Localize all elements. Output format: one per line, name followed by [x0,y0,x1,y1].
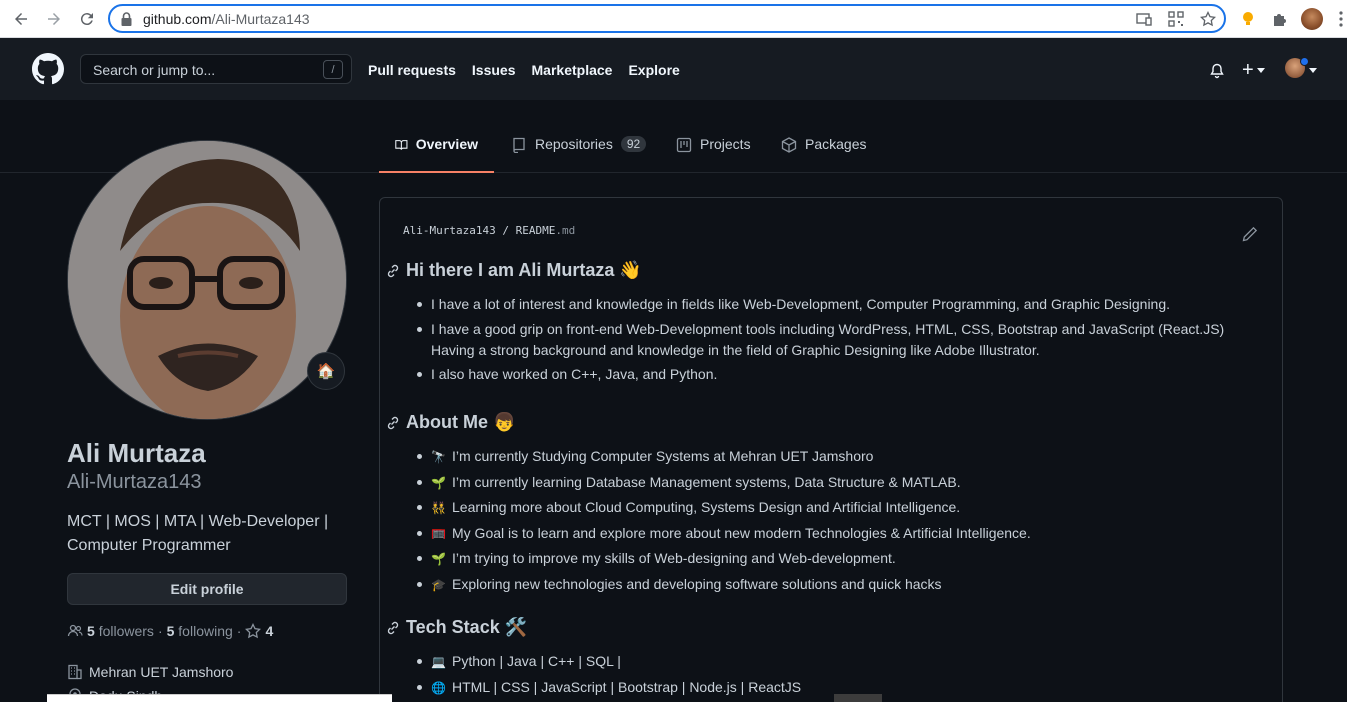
readme-card: Ali-Murtaza143 / README.md Hi there I am… [379,197,1283,702]
stat-separator: · [157,623,163,639]
caret-down-icon[interactable] [1309,68,1317,73]
readme-section-tech-stack: Tech Stack 🛠️ 💻 Python | Java | C++ | SQL… [385,617,1261,702]
browser-toolbar: github.com/Ali-Murtaza143 [0,0,1347,38]
readme-section-intro: Hi there I am Ali Murtaza 👋 I have a lot… [385,260,1261,389]
star-icon[interactable] [245,623,262,639]
repo-count-badge: 92 [620,136,647,152]
plus-icon: + [1242,59,1254,81]
seedling-icon: 🌱 [431,475,446,490]
anchor-link-icon[interactable] [385,263,401,279]
nav-pull-requests[interactable]: Pull requests [368,62,456,78]
boy-emoji: 👦 [492,412,516,432]
forward-icon[interactable] [44,9,64,29]
list-item: 🎓 Exploring new technologies and developi… [417,574,1261,596]
follow-stats: 5 followers · 5 following · 4 [67,623,273,639]
anchor-link-icon[interactable] [385,415,401,431]
book-icon [395,140,408,150]
profile-bio: MCT | MOS | MTA | Web-Developer | Comput… [67,513,329,554]
kebab-icon[interactable] [1338,10,1344,28]
bulb-icon[interactable] [1238,9,1258,29]
pencil-icon[interactable] [1242,226,1258,242]
readme-section-about: About Me 👦 🔭 I’m currently Studying Compu… [385,412,1261,599]
address-bar[interactable]: github.com/Ali-Murtaza143 [108,4,1226,33]
list-item: 🥅 My Goal is to learn and explore more ab… [417,523,1261,545]
laptop-icon: 💻 [431,655,446,669]
qr-icon[interactable] [1168,11,1184,27]
readme-owner-link[interactable]: Ali-Murtaza143 [403,224,496,237]
url-text[interactable]: github.com/Ali-Murtaza143 [143,11,310,27]
graduation-cap-icon: 🎓 [431,577,446,592]
stars-count[interactable]: 4 [265,623,273,639]
readme-file-link[interactable]: README.md [516,224,576,237]
wave-emoji: 👋 [619,260,642,280]
readme-path: Ali-Murtaza143 / README.md [403,224,576,237]
people-icon [67,624,83,637]
github-logo-icon[interactable] [32,53,64,85]
edit-profile-button[interactable]: Edit profile [67,573,347,605]
search-shortcut-badge: / [323,60,343,79]
profile-name: Ali Murtaza [67,438,206,468]
project-icon [676,137,692,153]
download-bar [47,694,392,702]
list-item: I also have worked on C++, Java, and Pyt… [417,364,1261,385]
seedling-icon: 🌱 [431,552,446,566]
star-icon[interactable] [1200,11,1216,27]
list-item: 🔭 I’m currently Studying Computer Systems… [417,446,1261,468]
list-item: I have a good grip on front-end Web-Deve… [417,319,1261,361]
tab-repositories[interactable]: Repositories 92 [495,136,662,173]
organization-icon [68,664,82,680]
list-item: I have a lot of interest and knowledge i… [417,294,1261,315]
reload-icon[interactable] [77,9,97,29]
list-item: 🌱 I’m currently learning Database Managem… [417,472,1261,494]
status-button[interactable]: 🏠 [307,352,345,390]
dancers-icon: 👯 [431,501,446,515]
github-header: Search or jump to... / Pull requests Iss… [0,38,1347,100]
section-heading: About Me 👦 [385,412,1261,433]
globe-icon: 🌐 [431,680,446,695]
back-icon[interactable] [11,9,31,29]
list-item: 💻 Python | Java | C++ | SQL | [417,651,1261,673]
create-new-menu[interactable]: + [1242,60,1265,80]
repo-icon [513,137,525,153]
search-input[interactable]: Search or jump to... / [80,54,352,84]
puzzle-icon[interactable] [1270,9,1290,29]
nav-explore[interactable]: Explore [628,62,679,78]
tab-packages[interactable]: Packages [765,136,882,173]
cast-icon[interactable] [1136,11,1152,27]
caret-down-icon [1256,67,1265,73]
tab-projects[interactable]: Projects [660,136,767,173]
profile-avatar[interactable] [67,140,347,420]
package-icon [781,137,797,153]
section-heading: Hi there I am Ali Murtaza 👋 [385,260,1261,281]
following-link[interactable]: 5 following [167,623,233,639]
top-nav: Pull requests Issues Marketplace Explore [368,62,680,78]
list-item: 🌱 I’m trying to improve my skills of Web-… [417,548,1261,570]
profile-login: Ali-Murtaza143 [67,471,202,493]
telescope-icon: 🔭 [431,450,446,464]
section-heading: Tech Stack 🛠️ [385,617,1261,638]
browser-profile-avatar[interactable] [1301,8,1323,30]
goal-net-icon: 🥅 [431,526,446,541]
tools-emoji: 🛠️ [504,617,528,637]
nav-marketplace[interactable]: Marketplace [532,62,613,78]
notification-dot [1300,57,1309,66]
status-emoji: 🏠 [316,363,336,380]
stat-separator: · [236,623,242,639]
bell-icon[interactable] [1209,63,1225,79]
horizontal-scrollbar[interactable] [834,694,882,702]
lock-icon[interactable] [120,12,133,26]
profile-organization: Mehran UET Jamshoro [67,664,233,680]
followers-link[interactable]: 5 followers [87,623,154,639]
tab-overview[interactable]: Overview [379,136,494,173]
nav-issues[interactable]: Issues [472,62,516,78]
anchor-link-icon[interactable] [385,620,401,636]
list-item: 👯 Learning more about Cloud Computing, Sy… [417,497,1261,519]
